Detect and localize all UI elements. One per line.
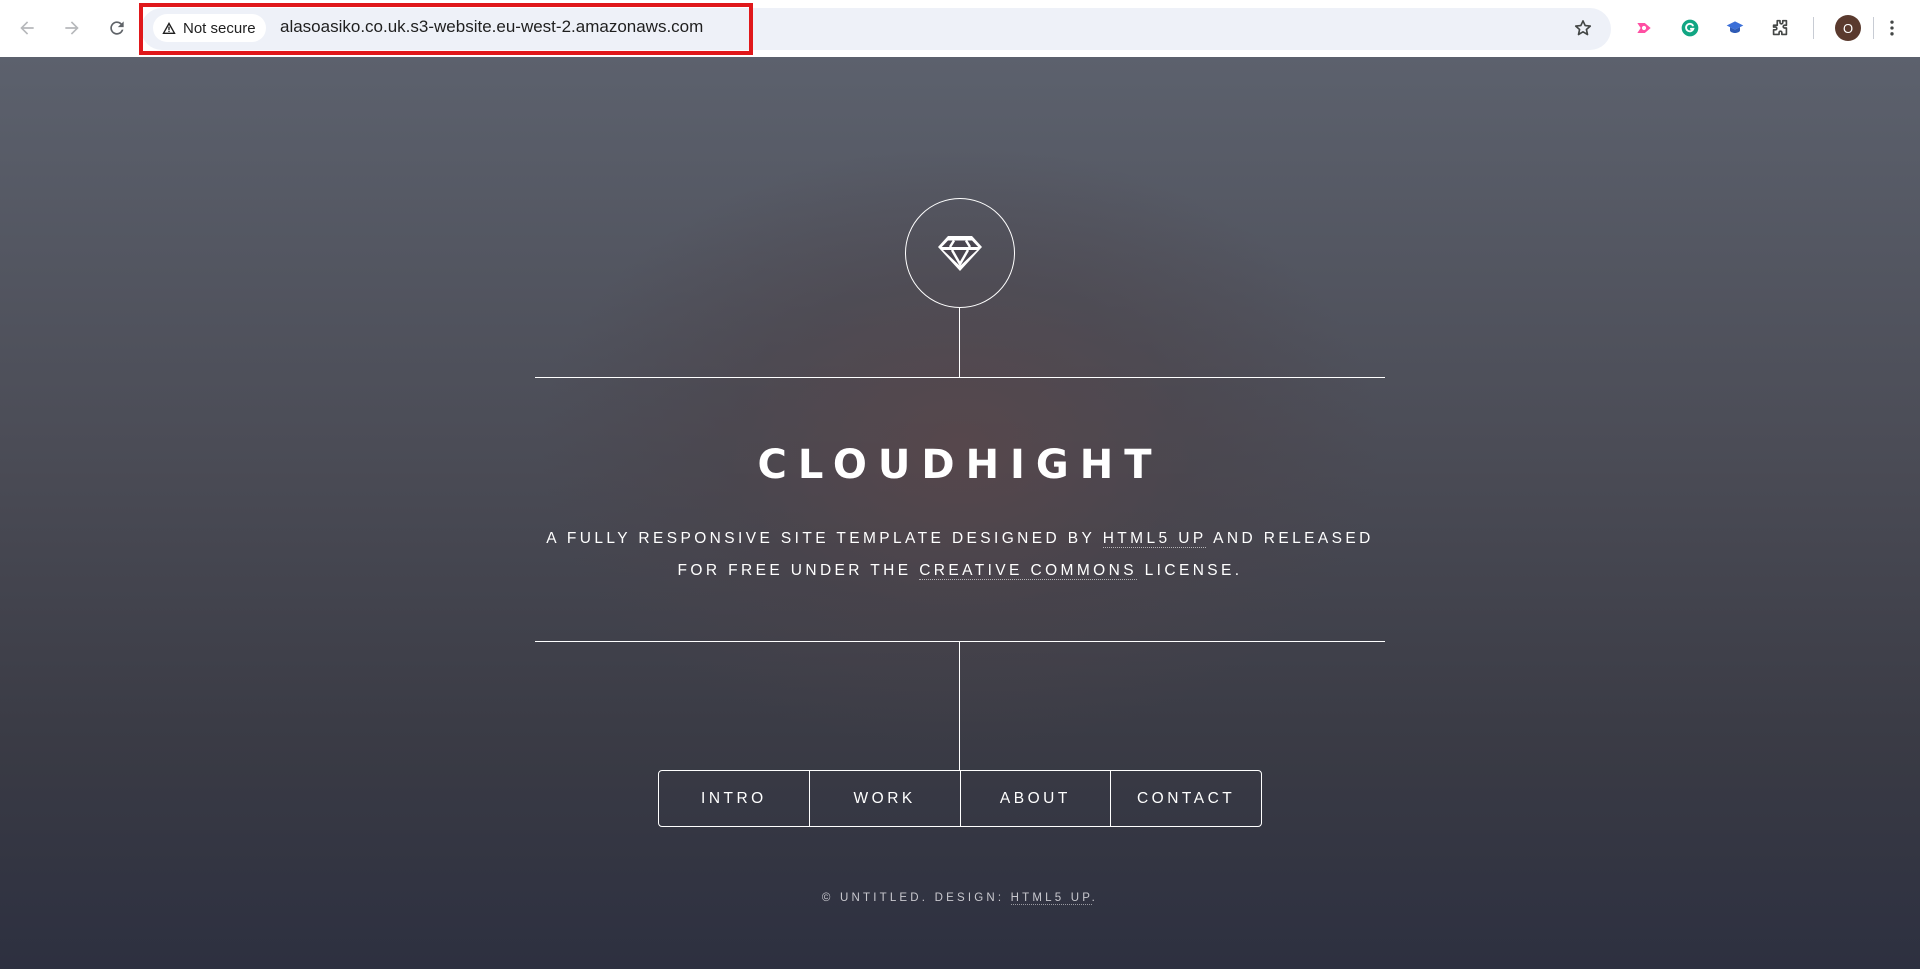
nav-intro[interactable]: INTRO	[659, 771, 809, 826]
arrow-left-icon	[20, 21, 34, 35]
page-content: CLOUDHIGHT A FULLY RESPONSIVE SITE TEMPL…	[0, 57, 1920, 969]
site-title: CLOUDHIGHT	[757, 442, 1163, 488]
footer-html5up-link[interactable]: HTML5 UP	[1010, 892, 1092, 905]
site-subtitle: A FULLY RESPONSIVE SITE TEMPLATE DESIGNE…	[535, 523, 1385, 587]
connector-line-bottom	[959, 642, 960, 770]
footer-text: .	[1091, 892, 1099, 904]
back-button[interactable]	[12, 13, 42, 43]
grammarly-extension-icon	[1681, 19, 1699, 37]
grammarly-extension-button[interactable]	[1677, 15, 1703, 41]
html5up-link[interactable]: HTML5 UP	[1102, 530, 1207, 548]
browser-menu-button[interactable]	[1879, 15, 1905, 41]
security-chip[interactable]: Not secure	[153, 14, 266, 42]
nav-about[interactable]: ABOUT	[959, 771, 1111, 826]
subtitle-text: AND RELEASED	[1206, 530, 1374, 547]
nav-work[interactable]: WORK	[808, 771, 960, 826]
puzzle-extensions-icon	[1772, 19, 1788, 36]
security-chip-label: Not secure	[183, 19, 256, 37]
header-rule-bottom	[535, 641, 1385, 642]
toolbar-separator	[1813, 17, 1814, 39]
profile-avatar[interactable]: O	[1835, 15, 1861, 41]
kebab-menu-icon	[1890, 20, 1894, 36]
url-text[interactable]: alasoasiko.co.uk.s3-website.eu-west-2.am…	[280, 17, 703, 37]
reload-button[interactable]	[102, 13, 132, 43]
graduation-cap-extension-icon	[1726, 21, 1744, 33]
warning-icon	[162, 22, 176, 34]
reload-icon	[110, 21, 124, 35]
toolbar-separator	[1873, 17, 1874, 39]
main-nav: INTRO WORK ABOUT CONTACT	[658, 770, 1262, 827]
connector-line-top	[959, 308, 960, 378]
footer-text: © UNTITLED. DESIGN:	[821, 892, 1011, 904]
site-footer: © UNTITLED. DESIGN: HTML5 UP.	[535, 892, 1385, 905]
forward-button[interactable]	[57, 13, 87, 43]
arrow-right-icon	[65, 21, 79, 35]
extensions-button[interactable]	[1767, 15, 1793, 41]
subtitle-text: LICENSE.	[1136, 562, 1243, 579]
star-icon	[1574, 20, 1592, 36]
graduation-cap-extension-button[interactable]	[1722, 15, 1748, 41]
bookmark-button[interactable]	[1570, 15, 1596, 41]
subtitle-text: A FULLY RESPONSIVE SITE TEMPLATE DESIGNE…	[546, 530, 1103, 547]
site-logo	[905, 198, 1015, 308]
creative-commons-link[interactable]: CREATIVE COMMONS	[919, 562, 1137, 580]
nav-contact[interactable]: CONTACT	[1110, 771, 1261, 826]
browser-toolbar: Not secure alasoasiko.co.uk.s3-website.e…	[0, 0, 1920, 57]
diamond-icon	[938, 236, 982, 271]
screencast-extension-button[interactable]	[1631, 15, 1657, 41]
screencast-extension-icon	[1637, 23, 1651, 33]
header-rule-top	[535, 377, 1385, 378]
subtitle-text: FOR FREE UNDER THE	[677, 562, 920, 579]
